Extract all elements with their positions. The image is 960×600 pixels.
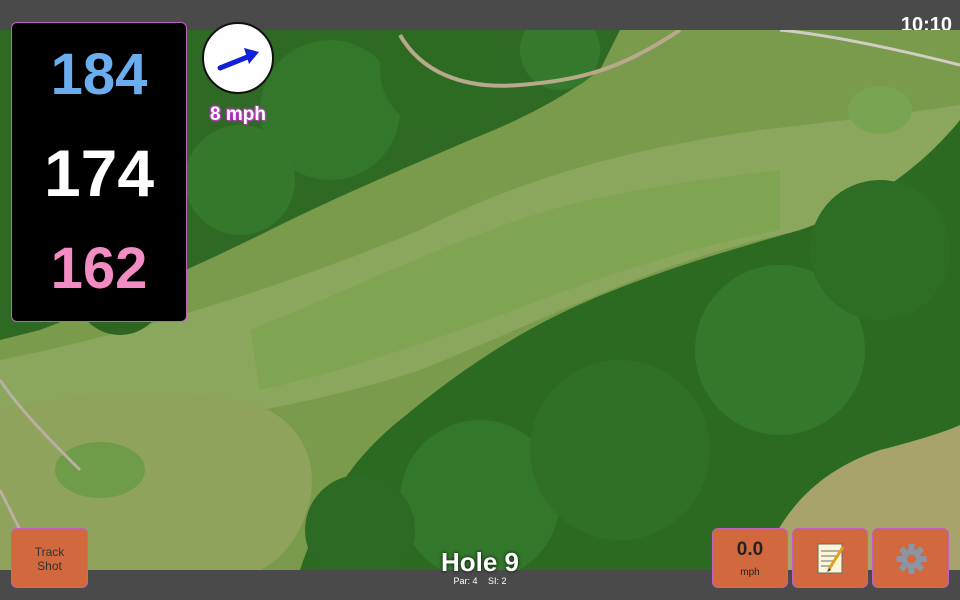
hole-title: Hole 9 [440,547,520,577]
hole-info: Hole 9 Par: 4 SI: 2 [380,548,580,587]
back-distance: 184 [50,42,148,107]
track-shot-button[interactable]: Track Shot [11,528,88,588]
speed-unit: mph [740,567,760,578]
hole-details: Par: 4 SI: 2 [380,576,580,587]
track-shot-label-line2: Shot [37,559,62,573]
speed-value: 0.0 [736,539,764,560]
notes-button[interactable] [792,528,868,588]
wind-speed-label: 8 mph [210,104,266,125]
track-shot-label-line1: Track [34,545,65,559]
middle-distance: 174 [43,136,155,210]
hole-stroke-index: SI: 2 [488,576,507,586]
wind-direction-dial [202,22,274,94]
speed-button[interactable]: 0.0 mph [712,528,788,588]
hole-par: Par: 4 [453,576,478,586]
gear-icon [896,544,927,574]
settings-button[interactable] [872,528,949,588]
wind-arrow-icon [217,48,259,71]
distance-panel: 184 174 162 [11,22,187,322]
notepad-icon [817,543,845,574]
front-distance: 162 [50,236,148,301]
